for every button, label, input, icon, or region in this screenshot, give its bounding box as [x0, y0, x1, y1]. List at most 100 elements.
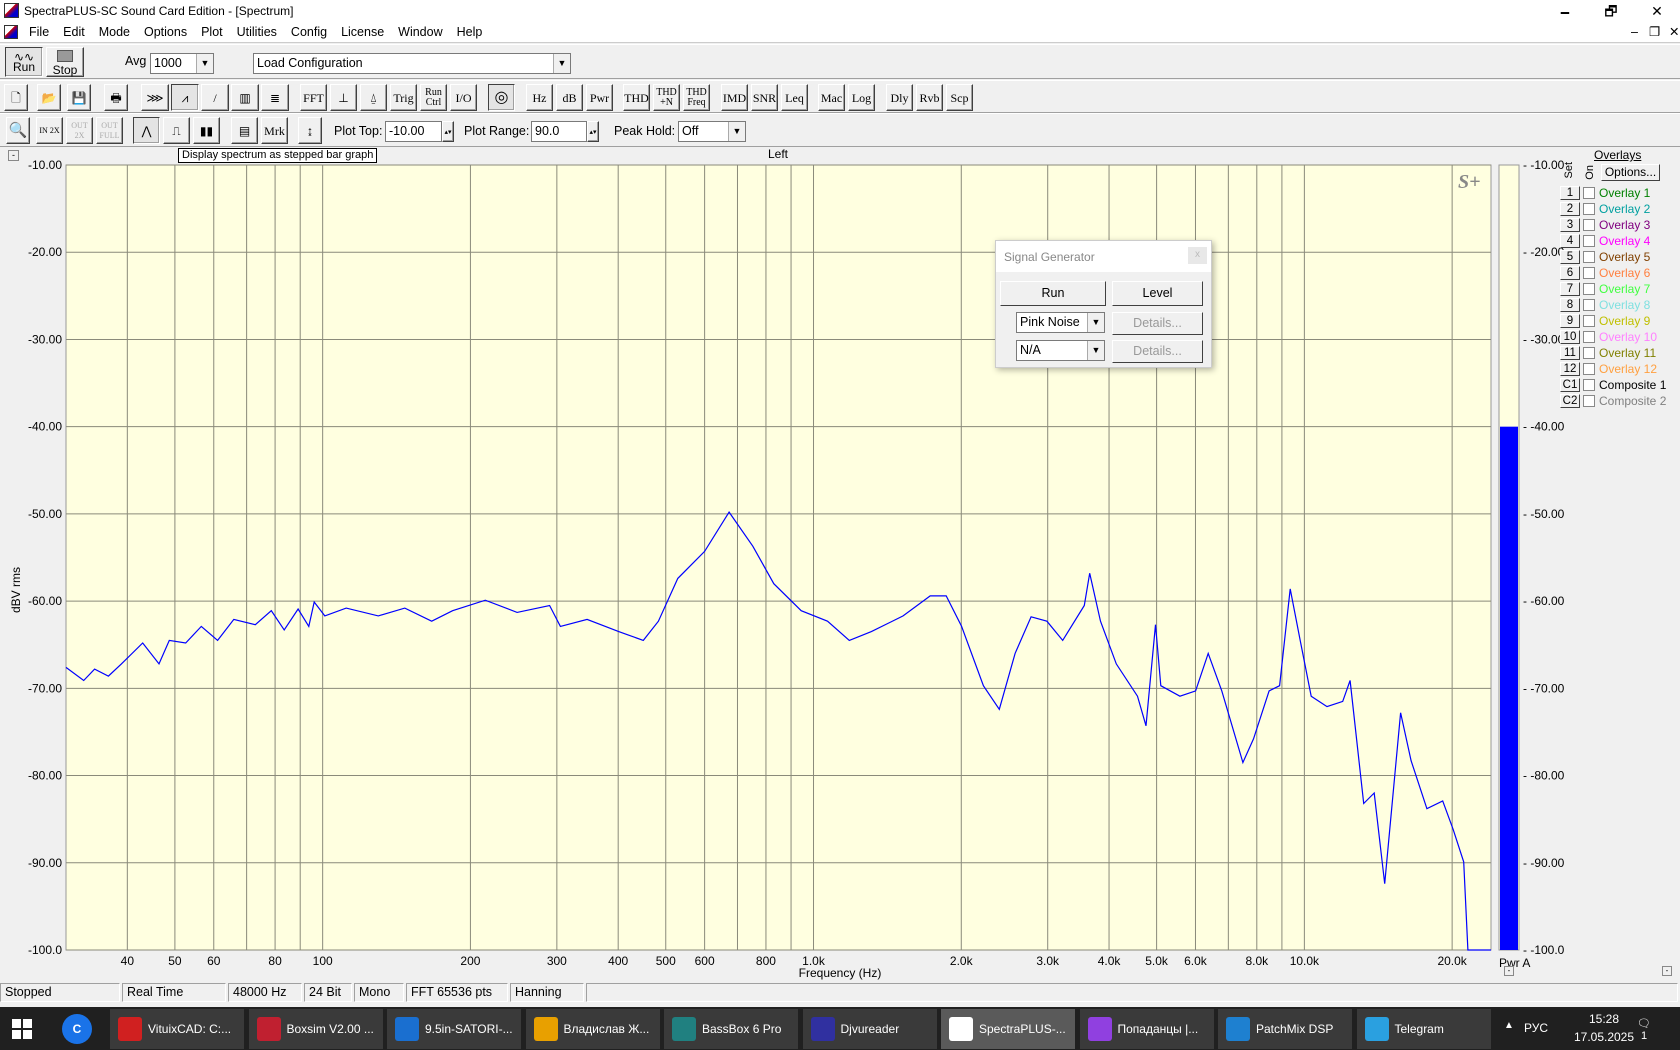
maximize-button[interactable]: 🗗 [1588, 0, 1634, 22]
generator-2-select[interactable]: N/A ▼ [1016, 340, 1105, 361]
overlay-set-button[interactable]: C2 [1560, 394, 1580, 408]
overlay-set-button[interactable]: 7 [1560, 282, 1580, 296]
plot-range-spinner[interactable]: ▴▾ [587, 121, 599, 142]
menu-edit[interactable]: Edit [56, 25, 92, 39]
avg-select[interactable]: 1000 ▼ [150, 53, 214, 74]
overlay-on-checkbox[interactable] [1583, 299, 1595, 311]
menu-options[interactable]: Options [137, 25, 194, 39]
zoom-out-2x-button[interactable]: OUT 2X [66, 117, 93, 144]
trig-button[interactable]: Trig [390, 84, 417, 111]
overlay-set-button[interactable]: 5 [1560, 250, 1580, 264]
zoom-icon[interactable]: 🔍 [6, 117, 30, 144]
generator-run-button[interactable]: Run [1000, 281, 1106, 306]
hz-button[interactable]: Hz [526, 84, 553, 111]
windows-start-icon[interactable] [12, 1019, 32, 1039]
close-button[interactable]: ✕ [1634, 0, 1680, 22]
tray-expand-icon[interactable]: ▲ [1504, 1020, 1514, 1031]
meter-collapse-button[interactable]: - [1504, 966, 1514, 976]
zoom-out-full-button[interactable]: OUT FULL [96, 117, 123, 144]
plot-top-input[interactable]: -10.00 [385, 121, 442, 142]
load-configuration-select[interactable]: Load Configuration ▼ [253, 53, 571, 74]
overlay-set-button[interactable]: 8 [1560, 298, 1580, 312]
overlay-set-button[interactable]: 4 [1560, 234, 1580, 248]
overlay-on-checkbox[interactable] [1583, 187, 1595, 199]
rvb-button[interactable]: Rvb [916, 84, 943, 111]
time-series-icon[interactable]: ⋙ [141, 84, 169, 111]
new-file-icon[interactable]: 🗋 [4, 84, 28, 111]
menu-license[interactable]: License [334, 25, 391, 39]
run-button[interactable]: ∿∿ Run [5, 47, 43, 77]
taskbar-item[interactable]: VituixCAD: C:... [110, 1009, 244, 1049]
io-button[interactable]: I/O [450, 84, 477, 111]
db-button[interactable]: dB [556, 84, 583, 111]
phase-icon[interactable]: / [201, 84, 229, 111]
language-indicator[interactable]: РУС [1524, 1021, 1548, 1035]
generator-2-details-button[interactable]: Details... [1112, 340, 1203, 363]
thd-freq-button[interactable]: THD Freq [683, 84, 710, 111]
overlay-set-button[interactable]: 12 [1560, 362, 1580, 376]
thd-button[interactable]: THD [623, 84, 650, 111]
line-graph-icon[interactable]: ⋀ [133, 117, 160, 144]
overlay-on-checkbox[interactable] [1583, 395, 1595, 407]
overlay-on-checkbox[interactable] [1583, 315, 1595, 327]
scale-icon[interactable]: ⊥ [330, 84, 357, 111]
overlay-set-button[interactable]: 9 [1560, 314, 1580, 328]
overlay-on-checkbox[interactable] [1583, 251, 1595, 263]
imd-button[interactable]: IMD [721, 84, 748, 111]
overlay-on-checkbox[interactable] [1583, 219, 1595, 231]
overlay-on-checkbox[interactable] [1583, 283, 1595, 295]
menu-mode[interactable]: Mode [92, 25, 137, 39]
taskbar-item[interactable]: Telegram [1356, 1009, 1491, 1049]
overlay-on-checkbox[interactable] [1583, 235, 1595, 247]
minimize-button[interactable]: 🗕 [1542, 0, 1588, 22]
mac-button[interactable]: Mac [818, 84, 845, 111]
taskbar-item[interactable]: Boxsim V2.00 ... [248, 1009, 383, 1049]
overlay-options-button[interactable]: Options... [1601, 164, 1660, 181]
overlays-collapse-button[interactable]: - [1662, 966, 1672, 976]
calibrate-icon[interactable]: ⍙ [360, 84, 387, 111]
zoom-in-2x-button[interactable]: IN 2X [36, 117, 63, 144]
overlay-on-checkbox[interactable] [1583, 267, 1595, 279]
stepped-bar-graph-icon[interactable]: ⎍ [163, 117, 190, 144]
spectrum-icon[interactable]: ⩘ [171, 84, 199, 111]
peak-hold-select[interactable]: Off ▼ [678, 121, 746, 142]
leq-button[interactable]: Leq [781, 84, 808, 111]
overlay-set-button[interactable]: 6 [1560, 266, 1580, 280]
signal-generator-icon[interactable]: ◎ [488, 84, 515, 111]
dly-button[interactable]: Dly [886, 84, 913, 111]
thd-n-button[interactable]: THD +N [653, 84, 680, 111]
fft-button[interactable]: FFT [300, 84, 327, 111]
plot-top-spinner[interactable]: ▴▾ [442, 121, 454, 142]
overlay-on-checkbox[interactable] [1583, 331, 1595, 343]
taskbar-item[interactable]: 9.5in-SATORI-... [387, 1009, 521, 1049]
overlay-set-button[interactable]: C1 [1560, 378, 1580, 392]
menu-window[interactable]: Window [391, 25, 449, 39]
menu-utilities[interactable]: Utilities [230, 25, 284, 39]
taskbar-item[interactable]: BassBox 6 Pro [664, 1009, 798, 1049]
pwr-button[interactable]: Pwr [586, 84, 613, 111]
overlay-on-checkbox[interactable] [1583, 347, 1595, 359]
plot-range-input[interactable]: 90.0 [531, 121, 587, 142]
spectrogram-icon[interactable]: ▥ [231, 84, 259, 111]
snr-button[interactable]: SNR [751, 84, 778, 111]
generator-1-details-button[interactable]: Details... [1112, 312, 1203, 335]
overlay-set-button[interactable]: 3 [1560, 218, 1580, 232]
stop-button[interactable]: Stop [46, 47, 84, 77]
taskbar-item[interactable]: Djvureader [802, 1009, 937, 1049]
menu-config[interactable]: Config [284, 25, 334, 39]
overlay-set-button[interactable]: 11 [1560, 346, 1580, 360]
log-button[interactable]: Log [848, 84, 875, 111]
spectrum-plot[interactable]: 40 50 60 80 100 200 300 400 500 600 800 1.0k 2.0k 3.0… [0, 150, 1680, 980]
autoscale-icon[interactable]: ↨ [298, 117, 322, 144]
overlay-set-button[interactable]: 1 [1560, 186, 1580, 200]
overlay-set-button[interactable]: 2 [1560, 202, 1580, 216]
3d-surface-icon[interactable]: ≣ [261, 84, 289, 111]
clock-time[interactable]: 15:28 [1574, 1012, 1634, 1026]
taskbar-item[interactable]: Попаданцы |... [1079, 1009, 1214, 1049]
overlay-set-button[interactable]: 10 [1560, 330, 1580, 344]
menu-file[interactable]: File [22, 25, 56, 39]
generator-1-select[interactable]: Pink Noise ▼ [1016, 312, 1105, 333]
overlay-on-checkbox[interactable] [1583, 363, 1595, 375]
clock-date[interactable]: 17.05.2025 [1564, 1030, 1644, 1044]
overlay-on-checkbox[interactable] [1583, 379, 1595, 391]
